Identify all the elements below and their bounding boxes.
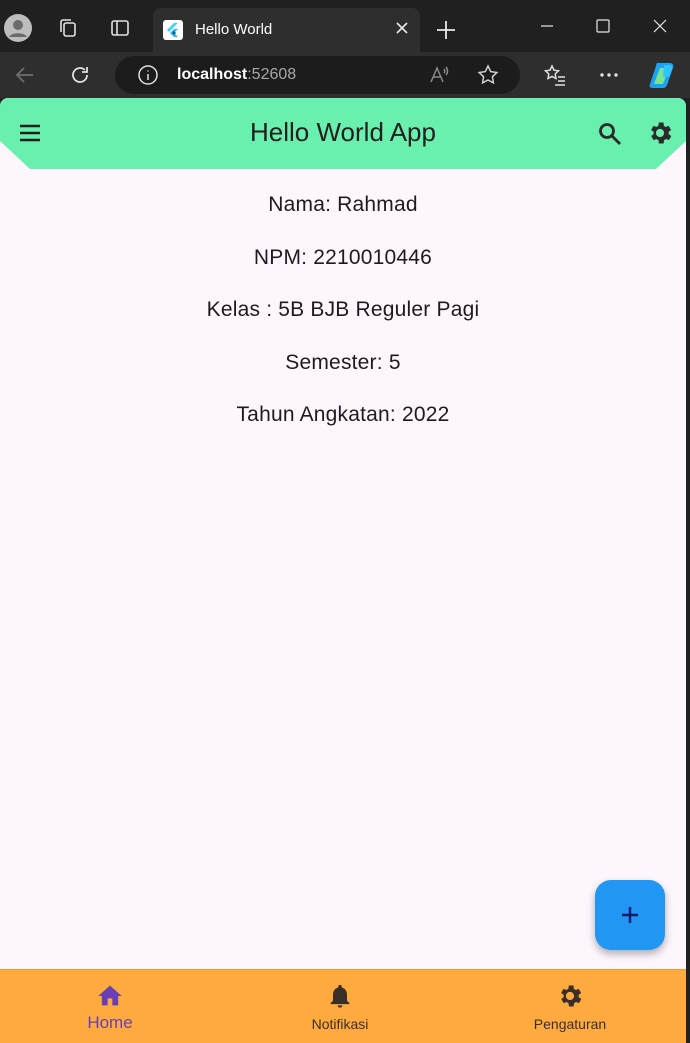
plus-icon <box>622 907 638 923</box>
read-aloud-icon[interactable] <box>426 62 452 88</box>
gear-icon[interactable] <box>644 117 676 149</box>
tab-title: Hello World <box>195 21 273 38</box>
app-title: Hello World App <box>250 117 436 147</box>
search-icon[interactable] <box>594 118 626 150</box>
browser-tab[interactable]: Hello World <box>153 8 420 52</box>
maximize-icon[interactable] <box>583 12 623 40</box>
app-viewport: Hello World App Nama: Rahmad NPM: 221001… <box>0 98 686 1043</box>
more-icon[interactable] <box>596 62 622 88</box>
close-icon[interactable] <box>394 20 410 36</box>
npm-text: NPM: 2210010446 <box>253 245 433 269</box>
copilot-icon[interactable] <box>648 60 678 90</box>
add-fab-button[interactable] <box>595 880 665 950</box>
gear-icon <box>554 980 586 1012</box>
app-bar: Hello World App <box>0 98 686 169</box>
back-icon[interactable] <box>12 62 38 88</box>
profile-icon[interactable] <box>4 14 32 42</box>
bottom-navigation: Home Notifikasi Pengaturan <box>0 969 686 1043</box>
url-text: localhost:52608 <box>177 66 296 84</box>
tab-actions-icon[interactable] <box>106 14 134 42</box>
semester-text: Semester: 5 <box>285 350 401 374</box>
home-icon <box>94 980 126 1012</box>
browser-title-bar: Hello World <box>0 0 690 52</box>
url-bar[interactable]: localhost:52608 <box>115 56 520 94</box>
url-port: :52608 <box>247 66 297 83</box>
profile-info: Nama: Rahmad NPM: 2210010446 Kelas : 5B … <box>0 182 686 445</box>
info-icon[interactable] <box>135 62 161 88</box>
nav-item-pengaturan[interactable]: Pengaturan <box>480 970 660 1043</box>
minimize-icon[interactable] <box>527 12 567 40</box>
favorites-list-icon[interactable] <box>542 62 568 88</box>
nav-item-notifikasi[interactable]: Notifikasi <box>250 970 430 1043</box>
flutter-favicon <box>163 20 183 40</box>
name-text: Nama: Rahmad <box>268 193 418 216</box>
workspaces-icon[interactable] <box>54 14 82 42</box>
nav-label-home: Home <box>87 1013 133 1032</box>
favorite-icon[interactable] <box>475 62 501 88</box>
class-text: Kelas : 5B BJB Reguler Pagi <box>206 298 480 321</box>
nav-label-pengaturan: Pengaturan <box>533 1016 607 1032</box>
nav-label-notifikasi: Notifikasi <box>311 1016 369 1032</box>
bell-icon <box>324 980 356 1012</box>
url-host: localhost <box>177 66 248 83</box>
refresh-icon[interactable] <box>67 62 93 88</box>
window-border <box>686 98 690 1043</box>
year-text: Tahun Angkatan: 2022 <box>236 403 450 426</box>
new-tab-icon[interactable] <box>433 17 459 43</box>
nav-item-home[interactable]: Home <box>20 970 200 1043</box>
window-close-icon[interactable] <box>640 12 680 40</box>
address-toolbar: localhost:52608 <box>0 52 690 98</box>
